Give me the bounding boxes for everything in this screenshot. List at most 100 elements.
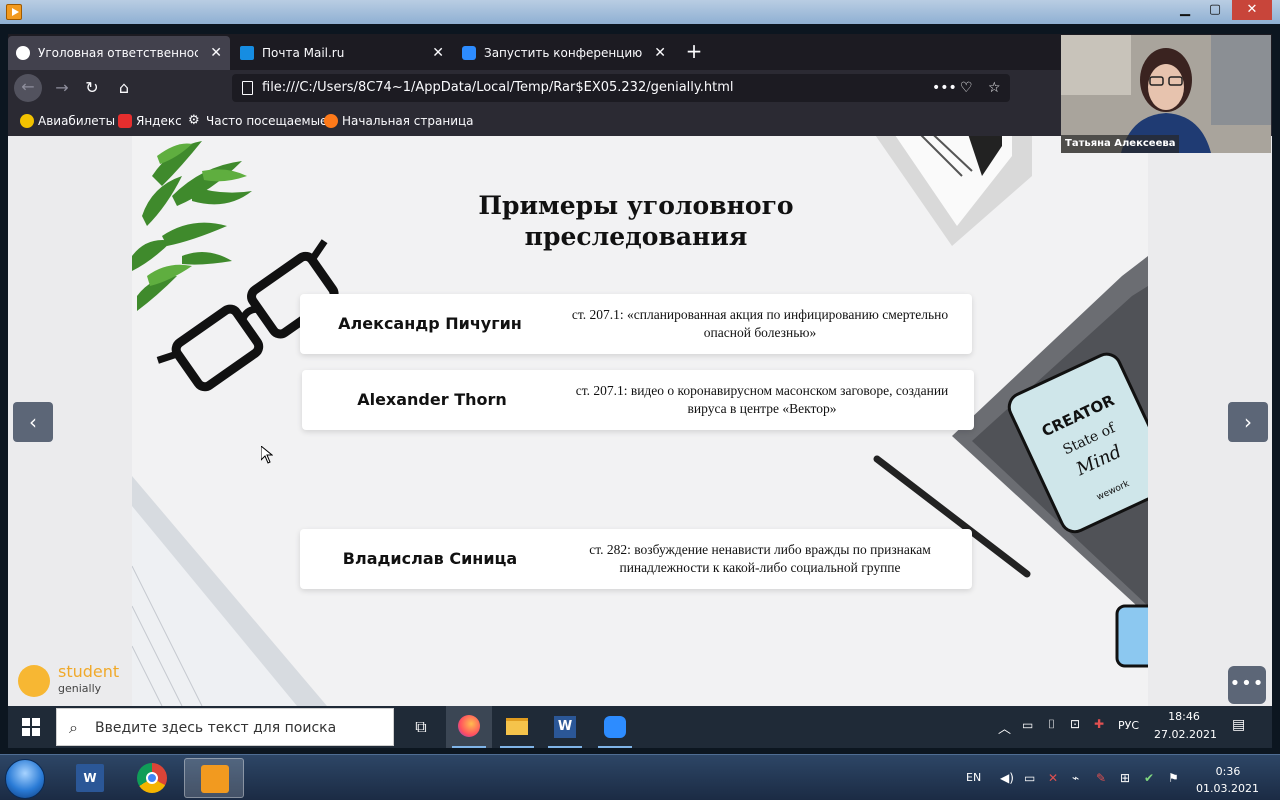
zoom-favicon-icon	[462, 46, 476, 60]
tab-mail-ru[interactable]: Почта Mail.ru ✕	[232, 36, 452, 70]
file-explorer-icon[interactable]	[494, 706, 540, 748]
show-hidden-icons[interactable]: ︿	[998, 718, 1011, 737]
case-card-thorn[interactable]: Alexander Thorn ст. 207.1: видео о корон…	[302, 370, 974, 430]
usb-icon[interactable]: ⌷	[1048, 717, 1055, 732]
clock-time[interactable]: 0:36	[1200, 765, 1256, 778]
player-titlebar: ▁ ▢ ✕	[0, 0, 1280, 24]
bookmark-label: Авиабилеты	[38, 114, 116, 128]
folder-shape	[506, 718, 528, 735]
gear-icon: ⚙	[188, 113, 200, 128]
logo-student-text: student	[58, 662, 120, 681]
antivirus-icon[interactable]: ✎	[1096, 771, 1106, 785]
clock-date[interactable]: 01.03.2021	[1196, 782, 1259, 795]
firefox-icon	[324, 114, 338, 128]
bookmark-start-page[interactable]: Начальная страница	[324, 106, 474, 136]
word-app-icon[interactable]: W	[60, 758, 120, 798]
bookmark-frequent[interactable]: ⚙ Часто посещаемые	[188, 106, 327, 136]
case-card-pichugin[interactable]: Александр Пичугин ст. 207.1: «спланирова…	[300, 294, 972, 354]
genially-logo[interactable]: student genially	[18, 662, 138, 698]
more-options-button[interactable]: •••	[1228, 666, 1266, 704]
case-article-description: ст. 207.1: «спланированная акция по инфи…	[571, 307, 949, 340]
case-person-name: Владислав Синица	[342, 549, 518, 568]
word-logo: W	[554, 716, 576, 738]
case-article-description: ст. 282: возбуждение ненависти либо враж…	[589, 542, 931, 575]
case-article-description: ст. 207.1: видео о коронавирусном масонс…	[575, 383, 949, 416]
close-button[interactable]: ✕	[1232, 0, 1272, 20]
player-app-icon[interactable]	[184, 758, 244, 798]
word-logo: W	[76, 764, 104, 792]
flag-icon[interactable]: ⚑	[1168, 771, 1179, 785]
forward-button[interactable]: →	[48, 75, 76, 101]
tab-criminal-liability[interactable]: Уголовная ответственность б ✕	[8, 36, 230, 70]
tab-title: Запустить конференцию - Zo	[484, 46, 644, 60]
clock-date[interactable]: 27.02.2021	[1154, 728, 1217, 741]
player-app-icon	[6, 4, 22, 20]
taskbar-search-box[interactable]: ⌕ Введите здесь текст для поиска	[56, 708, 394, 746]
tab-zoom-conference[interactable]: Запустить конференцию - Zo ✕	[454, 36, 674, 70]
start-orb-icon[interactable]	[5, 759, 45, 799]
genially-favicon-icon	[16, 46, 30, 60]
volume-icon[interactable]: ◀)	[1000, 771, 1014, 785]
language-indicator[interactable]: EN	[966, 771, 981, 784]
windows-taskbar: ⌕ Введите здесь текст для поиска ⧉ W ︿ ▭…	[8, 706, 1272, 748]
antivirus-icon[interactable]: ✚	[1094, 717, 1104, 731]
tab-title: Почта Mail.ru	[262, 46, 345, 60]
case-person-name: Александр Пичугин	[338, 314, 522, 333]
notifications-icon[interactable]: ▤	[1232, 717, 1245, 733]
tab-title: Уголовная ответственность б	[38, 46, 198, 60]
word-taskbar-icon[interactable]: W	[542, 706, 588, 748]
usb-icon[interactable]: ⌁	[1072, 771, 1079, 785]
tray-app-icon[interactable]: ⊞	[1120, 771, 1130, 785]
bookmark-star-icon[interactable]: ☆	[988, 74, 1001, 102]
tab-close-icon[interactable]: ✕	[210, 36, 222, 70]
mouse-cursor-icon	[261, 446, 273, 464]
page-viewport: CREATOR State of Mind wework Примеры уго…	[8, 136, 1272, 706]
bookmark-yandex[interactable]: Яндекс	[118, 106, 182, 136]
network-icon[interactable]: ⊡	[1070, 717, 1080, 731]
case-card-sinitsa[interactable]: Владислав Синица ст. 282: возбуждение не…	[300, 529, 972, 589]
monitor-icon[interactable]: ▭	[1024, 771, 1035, 785]
firefox-taskbar-icon[interactable]	[446, 706, 492, 748]
maximize-button[interactable]: ▢	[1200, 0, 1230, 20]
previous-slide-button[interactable]: ‹	[13, 402, 53, 442]
network-error-icon[interactable]: ✕	[1048, 771, 1058, 785]
zoom-logo	[604, 716, 626, 738]
check-icon[interactable]: ✔	[1144, 771, 1154, 785]
new-tab-button[interactable]: +	[680, 36, 708, 66]
notebook-decoration	[875, 136, 1032, 246]
clock-time[interactable]: 18:46	[1158, 710, 1210, 723]
search-placeholder: Введите здесь текст для поиска	[95, 720, 337, 736]
presentation-slide: CREATOR State of Mind wework Примеры уго…	[132, 136, 1148, 706]
tab-close-icon[interactable]: ✕	[432, 36, 444, 70]
logo-brand-text: genially	[58, 682, 102, 695]
bookmark-aviabilety[interactable]: Авиабилеты	[20, 106, 115, 136]
zoom-taskbar-icon[interactable]	[592, 706, 638, 748]
address-bar[interactable]: file:///C:/Users/8C74~1/AppData/Local/Te…	[232, 74, 1010, 102]
url-text[interactable]: file:///C:/Users/8C74~1/AppData/Local/Te…	[262, 74, 733, 102]
windows-start-icon[interactable]	[22, 718, 40, 736]
back-button[interactable]: ←	[14, 74, 42, 102]
chrome-logo-center	[146, 772, 158, 784]
outer-taskbar: W EN ◀) ▭ ✕ ⌁ ✎ ⊞ ✔ ⚑ 0:36 01.03.2021	[0, 754, 1280, 800]
genially-logo-icon	[18, 665, 50, 697]
pocket-icon[interactable]: ♡	[960, 74, 973, 102]
case-person-name: Alexander Thorn	[357, 390, 507, 409]
slide-title: Примеры уголовного преследования	[478, 191, 794, 251]
page-actions-icon[interactable]: •••	[932, 74, 957, 102]
battery-icon[interactable]: ▭	[1022, 718, 1033, 732]
bookmark-label: Часто посещаемые	[206, 114, 328, 128]
task-view-icon[interactable]: ⧉	[398, 706, 444, 748]
participant-name-label: Татьяна Алексеева	[1061, 135, 1180, 153]
yandex-icon	[118, 114, 132, 128]
language-indicator[interactable]: РУС	[1118, 719, 1139, 732]
home-button[interactable]: ⌂	[110, 75, 138, 101]
search-icon: ⌕	[69, 718, 78, 737]
tab-close-icon[interactable]: ✕	[654, 36, 666, 70]
page-icon	[242, 81, 253, 95]
next-slide-button[interactable]: ›	[1228, 402, 1268, 442]
bookmark-label: Начальная страница	[342, 114, 474, 128]
reload-button[interactable]: ↻	[78, 75, 106, 101]
chrome-app-icon[interactable]	[122, 758, 182, 798]
plane-icon	[20, 114, 34, 128]
minimize-button[interactable]: ▁	[1170, 0, 1200, 20]
